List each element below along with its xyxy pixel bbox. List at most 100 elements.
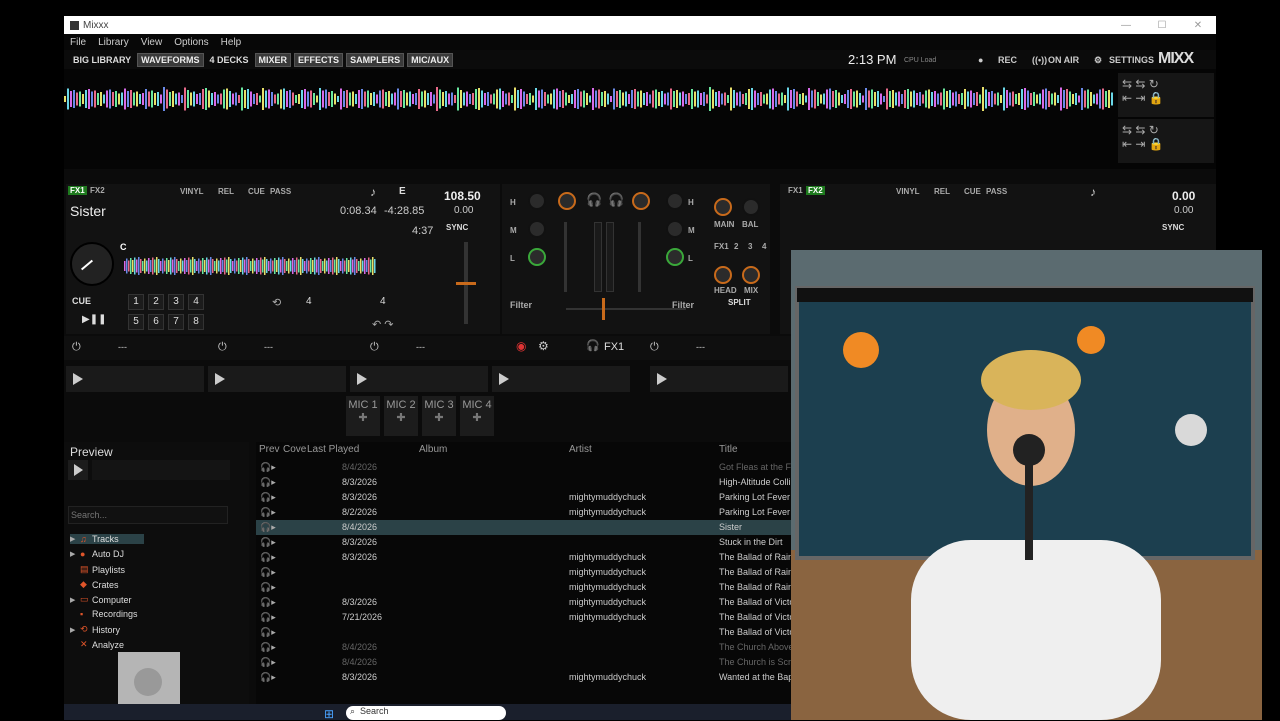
split-button[interactable]: SPLIT [728,298,751,307]
fx-power-icon-2[interactable]: ⏻ [218,341,227,354]
gain-knob-2[interactable] [632,192,650,210]
preview-headphone-icon[interactable]: 🎧▸ [260,672,276,683]
hotcue-1[interactable]: 1 [128,294,144,310]
play-icon[interactable] [73,373,83,385]
preview-headphone-icon[interactable]: 🎧▸ [260,552,276,563]
hotcue-7[interactable]: 7 [168,314,184,330]
deck1-key[interactable]: E [399,186,406,197]
tree-crates[interactable]: ◆ Crates [70,579,119,590]
deck1-pass-button[interactable]: PASS [270,187,291,196]
tree-history[interactable]: ▶ ⟲ History [70,624,120,635]
deck1-rel-button[interactable]: REL [218,187,234,196]
deck2-fx2-toggle[interactable]: FX2 [806,186,825,195]
deck1-rate-handle[interactable] [456,282,476,285]
preview-headphone-icon[interactable]: 🎧▸ [260,657,276,668]
preview-headphone-icon[interactable]: 🎧▸ [260,522,276,533]
beatjump-icons[interactable]: ↶ ↷ [372,318,394,331]
rec-button[interactable]: REC [998,55,1017,65]
preview-headphone-icon[interactable]: 🎧▸ [260,567,276,578]
headphone-icon-1[interactable]: 🎧 [586,192,602,208]
fx-power-icon-3[interactable]: ⏻ [370,341,379,354]
play-icon[interactable] [357,373,367,385]
headphone-icon-2[interactable]: 🎧 [608,192,624,208]
settings-button[interactable]: SETTINGS [1109,55,1154,65]
expand-icon[interactable]: ▶ [70,535,80,543]
col-cover[interactable]: Cove [283,444,306,455]
eq-mid-knob-2[interactable] [666,220,684,238]
tree-playlists[interactable]: ▤ Playlists [70,564,125,575]
crossfader[interactable] [566,308,686,310]
menu-file[interactable]: File [70,37,86,48]
hotcue-8[interactable]: 8 [188,314,204,330]
on-air-icon[interactable]: ((•)) [1032,55,1047,65]
col-album[interactable]: Album [419,444,447,455]
balance-knob[interactable] [742,198,760,216]
minimize-icon[interactable]: — [1108,20,1144,31]
preview-deck[interactable] [92,460,230,480]
eq-mid-knob-1[interactable] [528,220,546,238]
hotcue-3[interactable]: 3 [168,294,184,310]
hotcue-4[interactable]: 4 [188,294,204,310]
mic-1[interactable]: MIC 1 ✚ [346,396,380,436]
big-library-button[interactable]: BIG LIBRARY [70,54,134,66]
menu-view[interactable]: View [141,37,163,48]
preview-headphone-icon[interactable]: 🎧▸ [260,612,276,623]
col-artist[interactable]: Artist [569,444,592,455]
fx-headphone-icon[interactable]: 🎧 [586,339,600,352]
preview-headphone-icon[interactable]: 🎧▸ [260,597,276,608]
preview-headphone-icon[interactable]: 🎧▸ [260,492,276,503]
mixer-button[interactable]: MIXER [254,52,292,67]
mixer-fx-assign-1[interactable]: FX1 [714,242,729,251]
tree-recordings[interactable]: ▪ Recordings [70,609,138,619]
fx-slot-3[interactable]: --- [416,342,425,352]
waveforms-button[interactable]: WAVEFORMS [137,52,204,67]
volume-fader-2[interactable] [638,222,641,292]
volume-fader-1[interactable] [564,222,567,292]
tree-analyze[interactable]: ✕ Analyze [70,639,124,650]
beatjump-size[interactable]: 4 [380,296,386,307]
fx-slot-1[interactable]: --- [118,342,127,352]
fx-slot-2[interactable]: --- [264,342,273,352]
close-icon[interactable]: ✕ [1180,20,1216,31]
play-icon[interactable] [657,373,667,385]
hotcue-2[interactable]: 2 [148,294,164,310]
preview-headphone-icon[interactable]: 🎧▸ [260,462,276,473]
preview-headphone-icon[interactable]: 🎧▸ [260,507,276,518]
library-search-input[interactable] [68,506,228,524]
tree-auto-dj[interactable]: ▶ ● Auto DJ [70,549,124,559]
samplers-button[interactable]: SAMPLERS [346,52,405,67]
deck1-spinny[interactable] [70,242,114,286]
taskbar-search[interactable]: ⌕ Search [346,706,506,720]
expand-icon[interactable]: ▶ [70,550,80,558]
sampler-1[interactable] [66,366,204,392]
fx-power-icon-4[interactable]: ⏻ [650,341,659,354]
preview-headphone-icon[interactable]: 🎧▸ [260,477,276,488]
preview-play-button[interactable] [68,460,88,480]
effects-button[interactable]: EFFECTS [294,52,344,67]
maximize-icon[interactable]: ☐ [1144,20,1180,31]
deck1-play-pause-icon[interactable]: ▶❚❚ [82,314,106,325]
preview-headphone-icon[interactable]: 🎧▸ [260,537,276,548]
waveform-overview[interactable]: ⇆ ⇆ ↻ ⇤ ⇥ 🔒 ⇆ ⇆ ↻ ⇤ ⇥ 🔒 [64,69,1216,169]
sampler-5[interactable] [650,366,788,392]
play-icon[interactable] [215,373,225,385]
deck1-waveform[interactable] [124,254,376,278]
loop-icon[interactable]: ⟲ [272,296,281,309]
deck2-pass-button[interactable]: PASS [986,187,1007,196]
deck1-fx1-toggle[interactable]: FX1 [68,186,87,195]
preview-headphone-icon[interactable]: 🎧▸ [260,582,276,593]
rec-icon[interactable]: ● [978,55,983,65]
loop-size[interactable]: 4 [306,296,312,307]
eq-high-knob-2[interactable] [666,192,684,210]
mic-2[interactable]: MIC 2 ✚ [384,396,418,436]
deck1-vinyl-button[interactable]: VINYL [180,187,204,196]
deck2-sync-button[interactable]: SYNC [1162,223,1184,232]
fx-slot-4[interactable]: --- [696,342,705,352]
sampler-4[interactable] [492,366,630,392]
mixer-fx-assign-2[interactable]: 2 [734,242,738,251]
mic-3[interactable]: MIC 3 ✚ [422,396,456,436]
eq-low-knob-1[interactable] [528,248,546,266]
windows-start-icon[interactable]: ⊞ [324,707,334,721]
col-preview[interactable]: Prev [259,444,280,455]
head-mix-knob[interactable] [742,266,760,284]
